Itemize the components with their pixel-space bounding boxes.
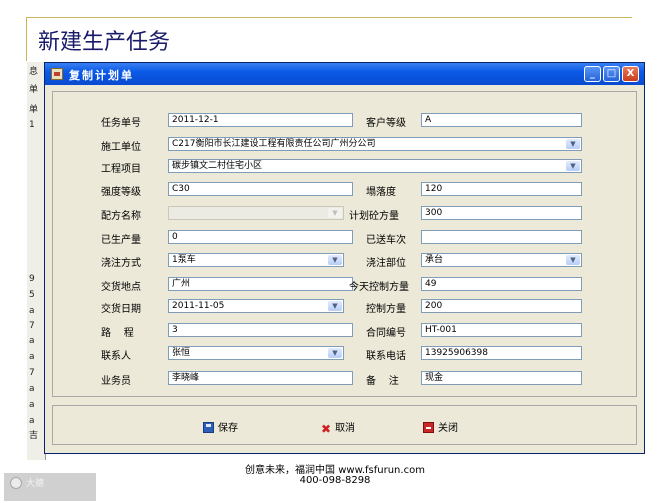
chevron-down-icon[interactable]: ▼	[328, 348, 342, 358]
contact-select[interactable]: 张恒 ▼	[168, 346, 344, 360]
watermark-text: 大德	[26, 479, 45, 489]
slump-field[interactable]: 120	[421, 182, 582, 196]
construction-unit-select[interactable]: C217衡阳市长江建设工程有限责任公司广州分公司 ▼	[168, 137, 582, 151]
plan-volume-label: 计划砼方量	[349, 211, 399, 222]
salesperson-label: 业务员	[101, 376, 131, 387]
project-label: 工程项目	[101, 164, 141, 175]
bg-fragment: a	[29, 336, 35, 346]
bg-fragment: 5	[29, 290, 35, 300]
bg-fragment: a	[29, 416, 35, 426]
slide-top-rule	[26, 17, 632, 18]
watermark-logo: 大德	[4, 473, 96, 501]
customer-level-label: 客户等级	[366, 118, 406, 129]
cancel-button[interactable]: ✖ 取消	[321, 419, 356, 436]
pour-part-label: 浇注部位	[366, 258, 406, 269]
mix-name-select: ▼	[168, 206, 344, 220]
pour-method-value: 1泵车	[172, 255, 196, 265]
strength-grade-field[interactable]: C30	[168, 182, 353, 196]
slide-left-rule	[26, 17, 27, 61]
red-x-icon: ✖	[321, 422, 332, 436]
contract-no-label: 合同编号	[366, 328, 406, 339]
task-no-field[interactable]: 2011-12-1	[168, 113, 353, 127]
bg-fragment: 7	[29, 368, 35, 378]
slump-label: 塌落度	[366, 187, 396, 198]
today-control-label: 今天控制方量	[349, 282, 409, 293]
form-panel: 任务单号 2011-12-1 客户等级 A 施工单位 C217衡阳市长江建设工程…	[52, 91, 637, 397]
project-value: 碳步镇文二村住宅小区	[172, 161, 263, 171]
delivered-trips-label: 已送车次	[366, 235, 406, 246]
pour-method-select[interactable]: 1泵车 ▼	[168, 253, 344, 267]
strength-grade-label: 强度等级	[101, 187, 141, 198]
floppy-disk-icon	[203, 422, 214, 433]
pour-part-value: 承台	[425, 255, 444, 265]
distance-label: 路 程	[101, 328, 134, 339]
delivered-trips-field[interactable]	[421, 230, 582, 244]
slide-title: 新建生产任务	[38, 30, 171, 55]
plan-volume-field[interactable]: 300	[421, 206, 582, 220]
dialog-titlebar[interactable]: 复制计划单 _ □ X	[45, 63, 644, 85]
construction-unit-value: C217衡阳市长江建设工程有限责任公司广州分公司	[172, 139, 376, 149]
chevron-down-icon: ▼	[328, 208, 342, 218]
distance-field[interactable]: 3	[168, 323, 353, 337]
bg-fragment: a	[29, 306, 35, 316]
bg-fragment: a	[29, 400, 35, 410]
minimize-button[interactable]: _	[584, 66, 601, 82]
delivery-site-field[interactable]: 广州	[168, 277, 353, 291]
maximize-button[interactable]: □	[603, 66, 620, 82]
delivery-date-label: 交货日期	[101, 304, 141, 315]
contact-label: 联系人	[101, 351, 131, 362]
control-volume-field[interactable]: 200	[421, 299, 582, 313]
delivery-site-label: 交货地点	[101, 282, 141, 293]
chevron-down-icon[interactable]: ▼	[328, 301, 342, 311]
bg-fragment: 7	[29, 321, 35, 331]
bg-fragment: 吉	[29, 431, 39, 441]
produced-label: 已生产量	[101, 235, 141, 246]
customer-level-field[interactable]: A	[421, 113, 582, 127]
bg-fragment: 单	[29, 105, 39, 115]
remarks-field[interactable]: 现金	[421, 371, 582, 385]
chevron-down-icon[interactable]: ▼	[566, 255, 580, 265]
today-control-field[interactable]: 49	[421, 277, 582, 291]
delivery-date-value: 2011-11-05	[172, 301, 225, 311]
chevron-down-icon[interactable]: ▼	[566, 139, 580, 149]
construction-unit-label: 施工单位	[101, 142, 141, 153]
bg-fragment: a	[29, 384, 35, 394]
close-window-button[interactable]: X	[622, 66, 639, 82]
watermark-icon	[10, 477, 22, 489]
remarks-label: 备 注	[366, 376, 399, 387]
footer-slogan: 创意未来，福润中国 www.fsfurun.com	[245, 465, 425, 476]
app-icon	[51, 68, 63, 80]
bg-fragment: 单	[29, 85, 39, 95]
save-label: 保存	[218, 423, 238, 434]
contact-value: 张恒	[172, 348, 191, 358]
action-panel: 保存 ✖ 取消 关闭	[52, 405, 637, 445]
contract-no-field[interactable]: HT-001	[421, 323, 582, 337]
close-button[interactable]: 关闭	[423, 419, 458, 435]
delivery-date-picker[interactable]: 2011-11-05 ▼	[168, 299, 344, 313]
dialog-title: 复制计划单	[69, 69, 134, 82]
pour-part-select[interactable]: 承台 ▼	[421, 253, 582, 267]
pour-method-label: 浇注方式	[101, 258, 141, 269]
copy-plan-dialog: 复制计划单 _ □ X 任务单号 2011-12-1 客户等级 A 施工单位 C…	[44, 62, 645, 454]
chevron-down-icon[interactable]: ▼	[566, 161, 580, 171]
footer-phone: 400-098-8298	[299, 475, 371, 486]
bg-fragment: 9	[29, 274, 35, 284]
save-button[interactable]: 保存	[203, 419, 238, 435]
task-no-label: 任务单号	[101, 118, 141, 129]
exit-door-icon	[423, 422, 434, 433]
cancel-label: 取消	[335, 423, 356, 434]
produced-field[interactable]: 0	[168, 230, 353, 244]
bg-fragment: 息	[29, 67, 39, 77]
salesperson-field[interactable]: 李晓峰	[168, 371, 353, 385]
mix-name-label: 配方名称	[101, 211, 141, 222]
bg-fragment: a	[29, 352, 35, 362]
contact-phone-label: 联系电话	[366, 351, 406, 362]
control-volume-label: 控制方量	[366, 304, 406, 315]
bg-fragment: 1	[29, 120, 35, 130]
close-label: 关闭	[438, 423, 458, 434]
project-select[interactable]: 碳步镇文二村住宅小区 ▼	[168, 159, 582, 173]
chevron-down-icon[interactable]: ▼	[328, 255, 342, 265]
contact-phone-field[interactable]: 13925906398	[421, 346, 582, 360]
